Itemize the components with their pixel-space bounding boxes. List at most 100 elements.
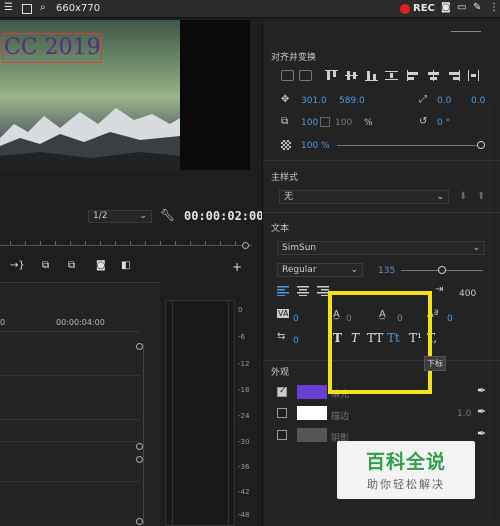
font-family-value: SimSun [282, 243, 317, 253]
monitor-controls [0, 170, 262, 280]
audio-meter [165, 300, 235, 526]
timeline-keyframe[interactable] [136, 343, 143, 350]
panel-menu-icon[interactable] [451, 22, 481, 32]
font-family-dropdown[interactable]: SimSun ⌄ [277, 241, 485, 255]
scale-unit-label: % [364, 118, 373, 128]
tsume-icon: ⇆ [277, 331, 286, 342]
timeline-keyframe[interactable] [136, 518, 143, 525]
opacity-slider[interactable] [337, 145, 481, 146]
scale-height-value[interactable]: 100 [335, 118, 352, 128]
extract-icon[interactable]: ⧉ [68, 260, 75, 271]
lift-icon[interactable]: ⧉ [42, 260, 49, 271]
chevron-down-icon: ⌄ [472, 243, 480, 253]
db-label: -30 [238, 438, 250, 446]
subscript-tooltip: 下标 [424, 356, 446, 371]
zoom-dropdown[interactable]: 1/2 ⌄ [88, 210, 152, 223]
timeline-keyframe[interactable] [136, 443, 143, 450]
db-label: 0 [238, 306, 243, 314]
db-label: -36 [238, 463, 250, 471]
zoom-value: 1/2 [93, 211, 108, 221]
master-style-dropdown[interactable]: 无 ⌄ [279, 190, 449, 204]
video-letterbox [180, 20, 250, 170]
shadow-checkbox[interactable] [277, 430, 287, 440]
top-toolbar: ☰ ⌕ 660x770 REC ◙ ▭ ✎ ⋮ [0, 0, 500, 18]
watermark-logo: 百科全说 助你轻松解决 [337, 441, 475, 499]
stroke-label: 描边 [331, 412, 350, 422]
search-icon[interactable]: ⌕ [40, 2, 46, 13]
scale-lock-icon[interactable] [320, 117, 330, 127]
stroke-width-value[interactable]: 1.0 [457, 409, 471, 419]
position-x-value[interactable]: 301.0 [301, 96, 327, 106]
rotation-value[interactable]: 0 ° [437, 118, 450, 128]
align-bottom-icon[interactable] [365, 70, 378, 81]
title-text-box[interactable]: CC 2019 [2, 33, 102, 63]
db-label: -18 [238, 386, 250, 394]
align-left-icon[interactable] [407, 70, 420, 81]
monitor-time-ruler[interactable] [0, 236, 252, 246]
db-label: -12 [238, 360, 250, 368]
sync-style-icon[interactable]: ⬆ [477, 191, 485, 202]
timeline-keyframe[interactable] [136, 456, 143, 463]
monitor-icon[interactable]: ▭ [457, 2, 466, 13]
record-icon[interactable] [400, 4, 410, 14]
align-transform-title: 对齐并变换 [271, 53, 317, 63]
db-label: -24 [238, 412, 250, 420]
export-frame-icon[interactable]: ◙ [96, 260, 106, 271]
align-text-left-icon[interactable] [277, 286, 289, 296]
ruler-end-handle[interactable] [242, 242, 249, 249]
kerning-value[interactable]: 0 [293, 314, 299, 324]
playhead-timecode[interactable]: 00:00:02:00 [184, 209, 263, 223]
anchor-x-value[interactable]: 0.0 [437, 96, 451, 106]
fill-checkbox[interactable]: ✓ [277, 386, 287, 397]
chevron-down-icon: ⌄ [436, 192, 444, 202]
wrench-icon[interactable]: 🔧︎ [160, 208, 175, 222]
highlight-box [328, 291, 432, 394]
scale-width-value[interactable]: 100 [301, 118, 318, 128]
tsume-value[interactable]: 0 [293, 336, 299, 346]
align-top-icon[interactable] [325, 70, 338, 81]
hamburger-menu-icon[interactable]: ☰ [4, 2, 13, 13]
position-icon: ✥ [281, 94, 290, 105]
align-text-center-icon[interactable] [297, 286, 309, 296]
appearance-title: 外观 [271, 368, 290, 378]
opacity-value[interactable]: 100 % [301, 141, 330, 151]
push-style-icon[interactable]: ⬇ [459, 191, 467, 202]
window-icon[interactable] [22, 4, 32, 14]
timeline-panel[interactable]: 0 00:00:04:00 [0, 282, 160, 526]
font-style-dropdown[interactable]: Regular ⌄ [277, 263, 363, 277]
font-size-slider-knob[interactable] [438, 266, 446, 274]
shadow-eyedropper-icon[interactable]: ✒ [477, 427, 486, 440]
align-to-selection-icon[interactable] [299, 70, 312, 81]
scale-icon: ⧉ [281, 116, 289, 127]
stroke-checkbox[interactable] [277, 408, 287, 418]
baseline-shift-value[interactable]: 0 [447, 314, 453, 324]
stroke-eyedropper-icon[interactable]: ✒ [477, 405, 486, 418]
fill-color-swatch[interactable] [297, 385, 327, 399]
font-style-value: Regular [282, 265, 317, 275]
distribute-vertical-icon[interactable] [385, 70, 398, 81]
stroke-color-swatch[interactable] [297, 406, 327, 420]
font-size-value[interactable]: 135 [378, 266, 395, 276]
more-icon[interactable]: ⋮ [489, 2, 499, 13]
anchor-point-icon: ⤢ [419, 94, 427, 105]
position-y-value[interactable]: 589.0 [339, 96, 365, 106]
align-to-video-icon[interactable] [281, 70, 294, 81]
pen-icon[interactable]: ✎ [473, 2, 481, 13]
shadow-color-swatch[interactable] [297, 428, 327, 442]
tab-width-value[interactable]: 400 [459, 289, 476, 299]
anchor-y-value[interactable]: 0.0 [471, 96, 485, 106]
tab-width-icon: ⇥ [435, 284, 444, 295]
step-forward-icon[interactable]: →} [10, 260, 25, 271]
fill-eyedropper-icon[interactable]: ✒ [477, 384, 486, 397]
opacity-slider-knob[interactable] [477, 141, 485, 149]
compare-view-icon[interactable]: ◧ [121, 260, 130, 271]
rec-button-label[interactable]: REC [413, 3, 435, 14]
align-vertical-center-icon[interactable] [345, 70, 358, 81]
align-horizontal-center-icon[interactable] [427, 70, 440, 81]
watermark-main-text: 百科全说 [365, 451, 446, 473]
timeline-ruler-mark: 00:00:04:00 [56, 318, 105, 327]
add-button-icon[interactable]: + [232, 260, 242, 274]
align-right-icon[interactable] [447, 70, 460, 81]
camera-icon[interactable]: ◙ [441, 2, 451, 13]
distribute-horizontal-icon[interactable] [467, 70, 480, 81]
